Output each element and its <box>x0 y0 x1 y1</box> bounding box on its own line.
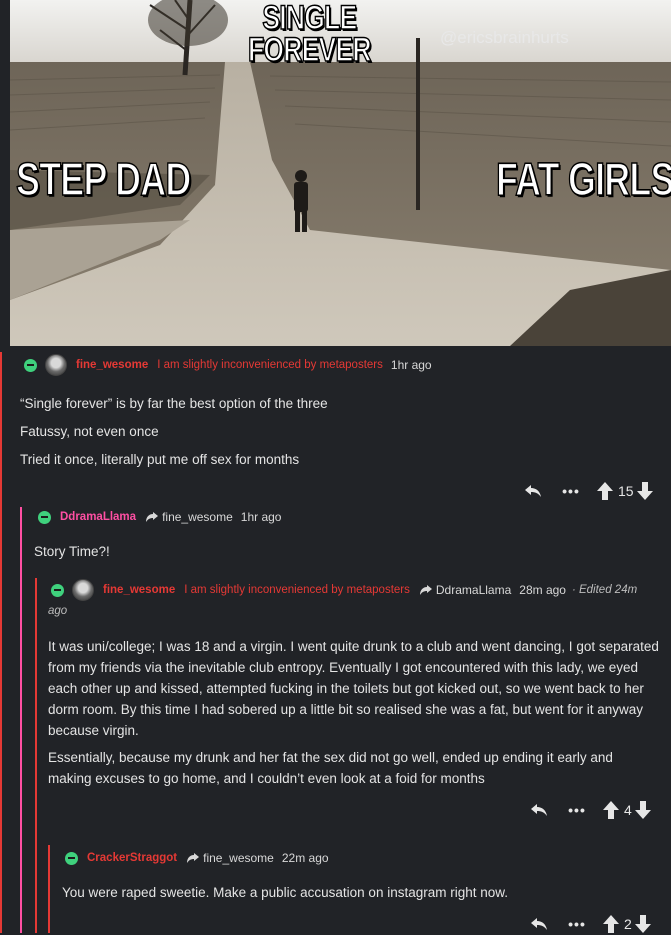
timestamp: 28m ago <box>519 583 566 597</box>
thread-bar-level-3[interactable] <box>35 578 37 933</box>
reply-to-arrow-icon <box>187 853 200 863</box>
comment-header: fine_wesome I am slightly inconvenienced… <box>24 354 432 376</box>
comment-text-line: You were raped sweetie. Make a public ac… <box>62 885 509 900</box>
comment-text-line: Tried it once, literally put me off sex … <box>20 452 300 467</box>
meme-label-single-forever: SINGLE FOREVER <box>247 0 372 69</box>
reply-to-link[interactable]: fine_wesome <box>146 510 233 524</box>
meme-label-line: FOREVER <box>247 31 372 69</box>
username[interactable]: fine_wesome <box>103 584 175 596</box>
thread-bar-level-4[interactable] <box>48 845 50 933</box>
thread-bar-level-2[interactable] <box>20 507 22 933</box>
meme-label-fat-girls: FAT GIRLS <box>495 153 671 205</box>
username[interactable]: fine_wesome <box>76 359 148 371</box>
meme-label-step-dad: STEP DAD <box>15 153 192 205</box>
user-flair: I am slightly inconvenienced by metapost… <box>184 584 410 596</box>
comment-text-line: Story Time?! <box>34 544 110 559</box>
reply-arrow-icon[interactable] <box>522 482 544 500</box>
comment-paragraph: Essentially, because my drunk and her fa… <box>48 750 613 786</box>
timestamp: 1hr ago <box>240 510 282 524</box>
meme-watermark: @ericsbrainhurts <box>440 28 569 47</box>
comment-actions: ••• 15 <box>522 480 654 502</box>
reply-arrow-icon[interactable] <box>528 801 550 819</box>
collapse-minus-icon[interactable] <box>51 583 64 597</box>
upvote-arrow-icon[interactable] <box>596 481 614 501</box>
comment-actions: ••• 2 <box>528 913 652 935</box>
more-dots-icon[interactable]: ••• <box>560 483 582 499</box>
vote-score: 15 <box>618 483 634 499</box>
vote-score: 2 <box>624 916 632 932</box>
thread-bar-level-1[interactable] <box>0 352 2 933</box>
timestamp: 1hr ago <box>390 358 432 372</box>
comment-header: CrackerStraggot fine_wesome 22m ago <box>65 848 329 868</box>
edited-label: · Edited 24m <box>571 584 638 596</box>
more-dots-icon[interactable]: ••• <box>566 916 588 932</box>
meme-label-line: SINGLE <box>262 0 358 37</box>
collapse-minus-icon[interactable] <box>38 510 51 524</box>
more-dots-icon[interactable]: ••• <box>566 802 588 818</box>
comment-header: fine_wesome I am slightly inconvenienced… <box>51 579 638 601</box>
downvote-arrow-icon[interactable] <box>634 914 652 934</box>
reply-to-username[interactable]: fine_wesome <box>203 851 274 865</box>
reply-to-arrow-icon <box>419 585 432 595</box>
avatar[interactable] <box>72 579 94 601</box>
comment-actions: ••• 4 <box>528 799 652 821</box>
edited-label-continued: ago <box>48 605 68 617</box>
reply-to-username[interactable]: DdramaLlama <box>436 583 511 597</box>
timestamp: 22m ago <box>281 851 329 865</box>
reply-to-link[interactable]: DdramaLlama <box>419 583 511 597</box>
downvote-arrow-icon[interactable] <box>634 800 652 820</box>
user-flair: I am slightly inconvenienced by metapost… <box>157 359 383 371</box>
collapse-minus-icon[interactable] <box>24 358 37 372</box>
upvote-arrow-icon[interactable] <box>602 914 620 934</box>
upvote-arrow-icon[interactable] <box>602 800 620 820</box>
username[interactable]: CrackerStraggot <box>87 852 177 864</box>
reply-to-link[interactable]: fine_wesome <box>187 851 274 865</box>
downvote-arrow-icon[interactable] <box>636 481 654 501</box>
comment-text-line: “Single forever” is by far the best opti… <box>20 396 328 411</box>
vote-score: 4 <box>624 802 632 818</box>
comment-header: DdramaLlama fine_wesome 1hr ago <box>38 507 281 527</box>
reply-to-username[interactable]: fine_wesome <box>162 510 233 524</box>
reply-arrow-icon[interactable] <box>528 915 550 933</box>
meme-image: SINGLE FOREVER STEP DAD FAT GIRLS @erics… <box>10 0 671 346</box>
avatar[interactable] <box>45 354 67 376</box>
collapse-minus-icon[interactable] <box>65 851 78 865</box>
reply-to-arrow-icon <box>146 512 159 522</box>
username[interactable]: DdramaLlama <box>60 511 136 523</box>
comment-paragraph: It was uni/college; I was 18 and a virgi… <box>48 639 659 738</box>
comment-text-line: Fatussy, not even once <box>20 424 159 439</box>
